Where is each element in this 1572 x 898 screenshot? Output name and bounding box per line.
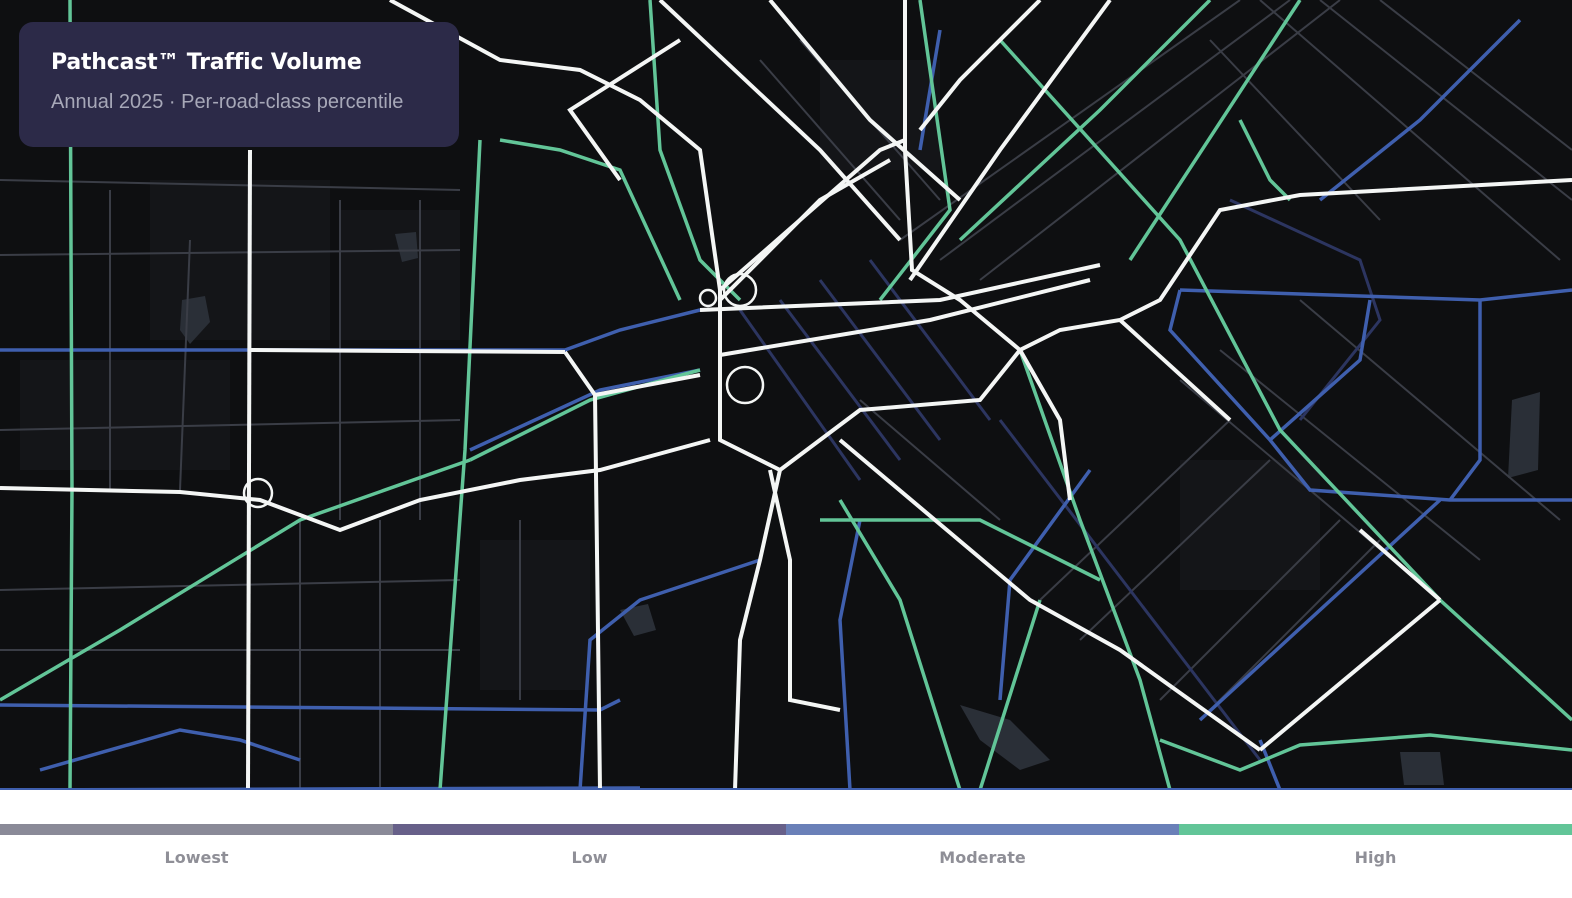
traffic-legend: Lowest Low Moderate High: [0, 824, 1572, 884]
map-canvas[interactable]: Pathcast™ Traffic Volume Annual 2025 · P…: [0, 0, 1572, 790]
map-subtitle: Annual 2025 · Per-road-class percentile: [51, 91, 404, 113]
legend-item-high: High: [1179, 824, 1572, 884]
legend-swatch-low: [393, 824, 786, 835]
legend-label-moderate: Moderate: [939, 848, 1026, 867]
legend-swatch-lowest: [0, 824, 393, 835]
legend-item-moderate: Moderate: [786, 824, 1179, 884]
map-title: Pathcast™ Traffic Volume: [51, 50, 362, 75]
legend-label-low: Low: [571, 848, 608, 867]
map-title-card: Pathcast™ Traffic Volume Annual 2025 · P…: [19, 22, 459, 147]
legend-swatch-moderate: [786, 824, 1179, 835]
legend-label-lowest: Lowest: [164, 848, 229, 867]
legend-item-low: Low: [393, 824, 786, 884]
legend-item-lowest: Lowest: [0, 824, 393, 884]
legend-swatch-high: [1179, 824, 1572, 835]
legend-label-high: High: [1354, 848, 1397, 867]
